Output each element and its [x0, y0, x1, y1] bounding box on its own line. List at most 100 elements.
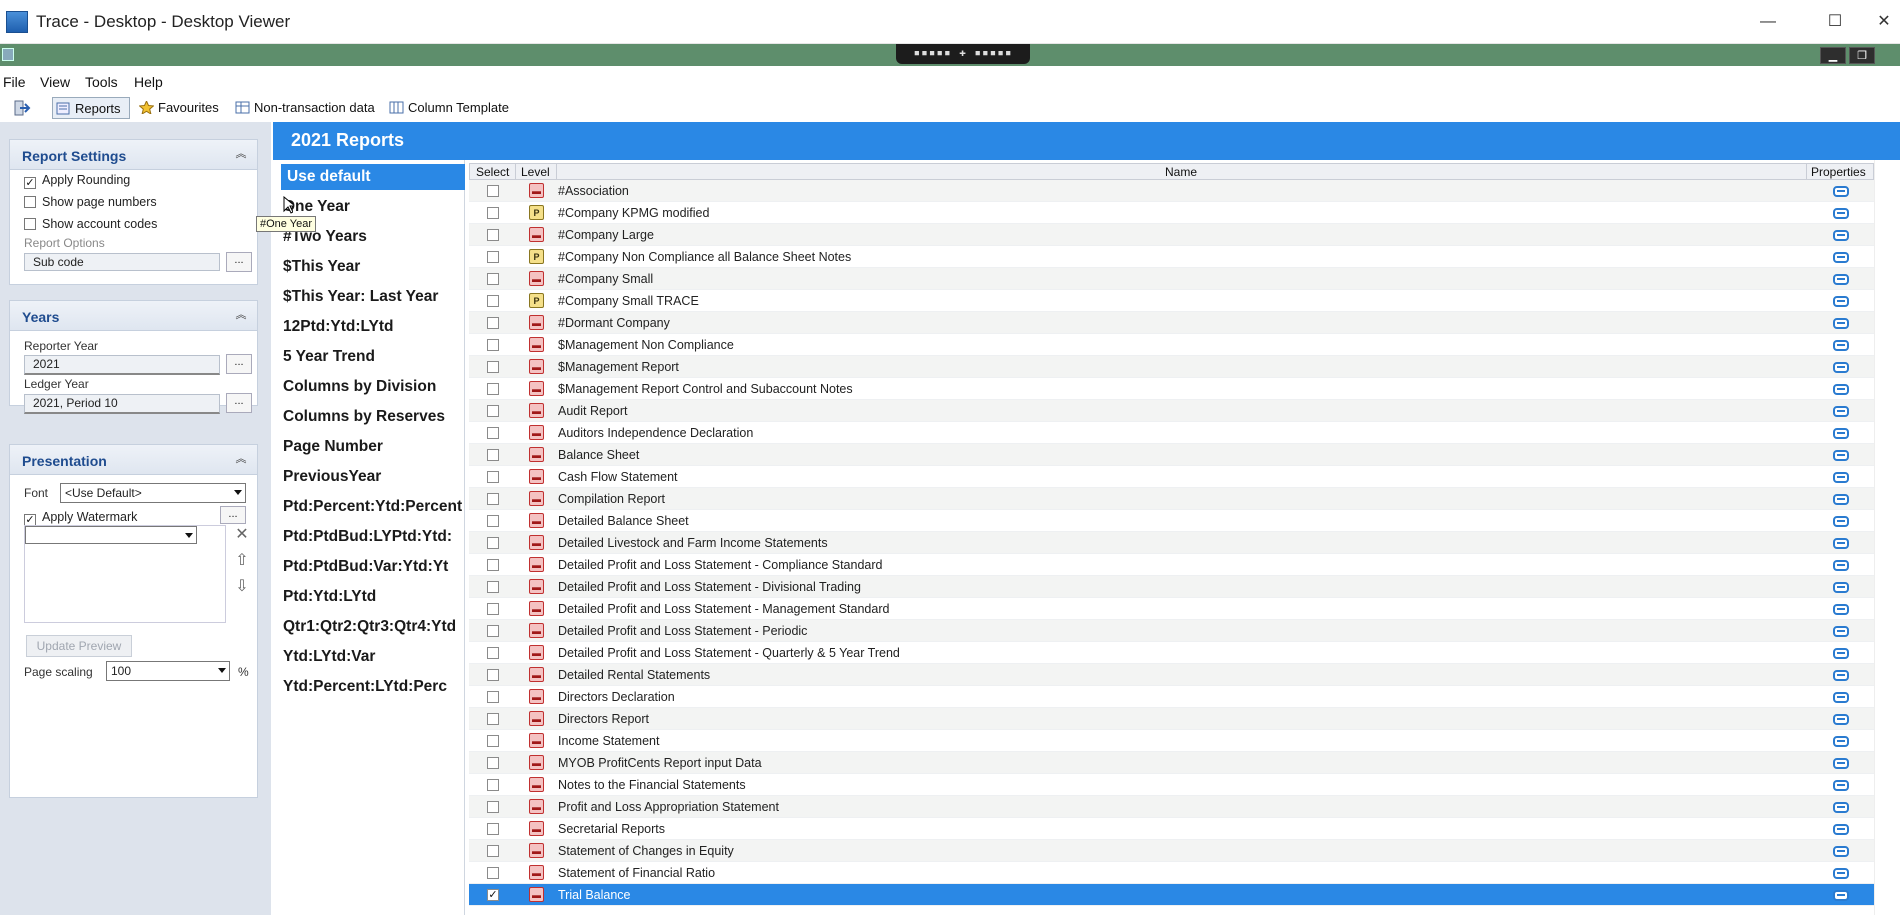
- select-checkbox[interactable]: [487, 427, 499, 439]
- properties-icon[interactable]: [1833, 230, 1849, 241]
- move-up-arrow-icon[interactable]: ⇧: [232, 551, 252, 571]
- properties-icon[interactable]: [1833, 406, 1849, 417]
- ledger-year-browse-button[interactable]: ...: [226, 393, 252, 413]
- maximize-button[interactable]: ☐: [1812, 8, 1858, 36]
- back-button[interactable]: [10, 97, 34, 119]
- reporter-year-field[interactable]: 2021: [24, 355, 220, 375]
- template-item[interactable]: Ptd:PtdBud:LYPtd:Ytd:: [283, 528, 465, 546]
- properties-icon[interactable]: [1833, 670, 1849, 681]
- collapse-chevron-icon[interactable]: ︽: [233, 307, 249, 323]
- minimize-button[interactable]: —: [1745, 8, 1791, 36]
- menu-tools[interactable]: Tools: [85, 74, 118, 90]
- select-checkbox[interactable]: ✓: [487, 889, 499, 901]
- watermark-select[interactable]: [25, 526, 197, 544]
- template-item[interactable]: $This Year: [283, 258, 465, 276]
- update-preview-button[interactable]: Update Preview: [26, 635, 132, 657]
- menu-help[interactable]: Help: [134, 74, 163, 90]
- select-checkbox[interactable]: [487, 867, 499, 879]
- select-checkbox[interactable]: [487, 647, 499, 659]
- select-checkbox[interactable]: [487, 669, 499, 681]
- show-account-codes-checkbox[interactable]: [24, 218, 36, 230]
- select-checkbox[interactable]: [487, 251, 499, 263]
- template-item[interactable]: Ptd:Percent:Ytd:Percent: [283, 498, 465, 516]
- table-row[interactable]: ▬ #Association: [469, 180, 1874, 202]
- properties-icon[interactable]: [1833, 846, 1849, 857]
- properties-icon[interactable]: [1833, 648, 1849, 659]
- table-row[interactable]: ▬ MYOB ProfitCents Report input Data: [469, 752, 1874, 774]
- properties-icon[interactable]: [1833, 296, 1849, 307]
- template-item[interactable]: Ptd:Ytd:LYtd: [283, 588, 465, 606]
- report-options-browse-button[interactable]: ...: [226, 252, 252, 272]
- select-checkbox[interactable]: [487, 383, 499, 395]
- template-item[interactable]: 12Ptd:Ytd:LYtd: [283, 318, 465, 336]
- move-down-arrow-icon[interactable]: ⇩: [232, 577, 252, 597]
- table-row[interactable]: ▬ Audit Report: [469, 400, 1874, 422]
- favourites-button[interactable]: Favourites: [136, 97, 222, 119]
- properties-icon[interactable]: [1833, 604, 1849, 615]
- select-checkbox[interactable]: [487, 823, 499, 835]
- template-item[interactable]: One Year: [283, 198, 465, 216]
- table-row[interactable]: ▬ Compilation Report: [469, 488, 1874, 510]
- reports-tab-button[interactable]: Reports: [52, 97, 130, 119]
- template-item[interactable]: Ptd:PtdBud:Var:Ytd:Yt: [283, 558, 465, 576]
- select-checkbox[interactable]: [487, 559, 499, 571]
- select-checkbox[interactable]: [487, 845, 499, 857]
- table-row[interactable]: ▬ Directors Report: [469, 708, 1874, 730]
- select-checkbox[interactable]: [487, 339, 499, 351]
- properties-icon[interactable]: [1833, 802, 1849, 813]
- select-checkbox[interactable]: [487, 603, 499, 615]
- table-row[interactable]: ▬ Detailed Profit and Loss Statement - Pe…: [469, 620, 1874, 642]
- table-row[interactable]: ▬ Auditors Independence Declaration: [469, 422, 1874, 444]
- table-row[interactable]: ▬ Cash Flow Statement: [469, 466, 1874, 488]
- properties-icon[interactable]: [1833, 472, 1849, 483]
- properties-icon[interactable]: [1833, 758, 1849, 769]
- table-row[interactable]: ▬ Statement of Changes in Equity: [469, 840, 1874, 862]
- close-button[interactable]: ✕: [1868, 8, 1900, 36]
- template-item[interactable]: Page Number: [283, 438, 465, 456]
- properties-icon[interactable]: [1833, 274, 1849, 285]
- table-row[interactable]: ▬ $Management Report Control and Subaccou…: [469, 378, 1874, 400]
- template-item[interactable]: $This Year: Last Year: [283, 288, 465, 306]
- properties-icon[interactable]: [1833, 626, 1849, 637]
- reporter-year-browse-button[interactable]: ...: [226, 354, 252, 374]
- table-row[interactable]: ▬ Detailed Livestock and Farm Income Stat…: [469, 532, 1874, 554]
- table-row[interactable]: ▬ $Management Report: [469, 356, 1874, 378]
- properties-icon[interactable]: [1833, 868, 1849, 879]
- apply-rounding-checkbox[interactable]: ✓: [24, 177, 36, 189]
- table-row[interactable]: ▬ Secretarial Reports: [469, 818, 1874, 840]
- select-checkbox[interactable]: [487, 229, 499, 241]
- select-checkbox[interactable]: [487, 515, 499, 527]
- properties-icon[interactable]: [1833, 516, 1849, 527]
- table-row[interactable]: P #Company KPMG modified: [469, 202, 1874, 224]
- collapse-chevron-icon[interactable]: ︽: [233, 451, 249, 467]
- show-page-numbers-option[interactable]: Show page numbers: [24, 195, 157, 209]
- select-checkbox[interactable]: [487, 581, 499, 593]
- select-checkbox[interactable]: [487, 713, 499, 725]
- watermark-browse-button[interactable]: ...: [220, 506, 246, 524]
- table-row[interactable]: ▬ #Dormant Company: [469, 312, 1874, 334]
- table-row[interactable]: ▬ Directors Declaration: [469, 686, 1874, 708]
- column-header-properties[interactable]: Properties: [1811, 165, 1866, 179]
- properties-icon[interactable]: [1833, 252, 1849, 263]
- properties-icon[interactable]: [1833, 186, 1849, 197]
- table-row[interactable]: ▬ $Management Non Compliance: [469, 334, 1874, 356]
- select-checkbox[interactable]: [487, 779, 499, 791]
- non-transaction-data-button[interactable]: Non-transaction data: [232, 97, 376, 119]
- table-row[interactable]: ▬ Detailed Rental Statements: [469, 664, 1874, 686]
- select-checkbox[interactable]: [487, 361, 499, 373]
- properties-icon[interactable]: [1833, 494, 1849, 505]
- template-item[interactable]: Columns by Division: [283, 378, 465, 396]
- properties-icon[interactable]: [1833, 208, 1849, 219]
- watermark-list[interactable]: [24, 525, 226, 623]
- select-checkbox[interactable]: [487, 273, 499, 285]
- select-checkbox[interactable]: [487, 317, 499, 329]
- table-row[interactable]: ▬ Detailed Profit and Loss Statement - Co…: [469, 554, 1874, 576]
- select-checkbox[interactable]: [487, 757, 499, 769]
- select-checkbox[interactable]: [487, 295, 499, 307]
- select-checkbox[interactable]: [487, 207, 499, 219]
- table-row[interactable]: ▬ Statement of Financial Ratio: [469, 862, 1874, 884]
- presentation-header[interactable]: Presentation ︽: [10, 445, 257, 475]
- report-options-field[interactable]: Sub code: [24, 253, 220, 271]
- template-item[interactable]: PreviousYear: [283, 468, 465, 486]
- delete-x-icon[interactable]: ✕: [232, 525, 252, 545]
